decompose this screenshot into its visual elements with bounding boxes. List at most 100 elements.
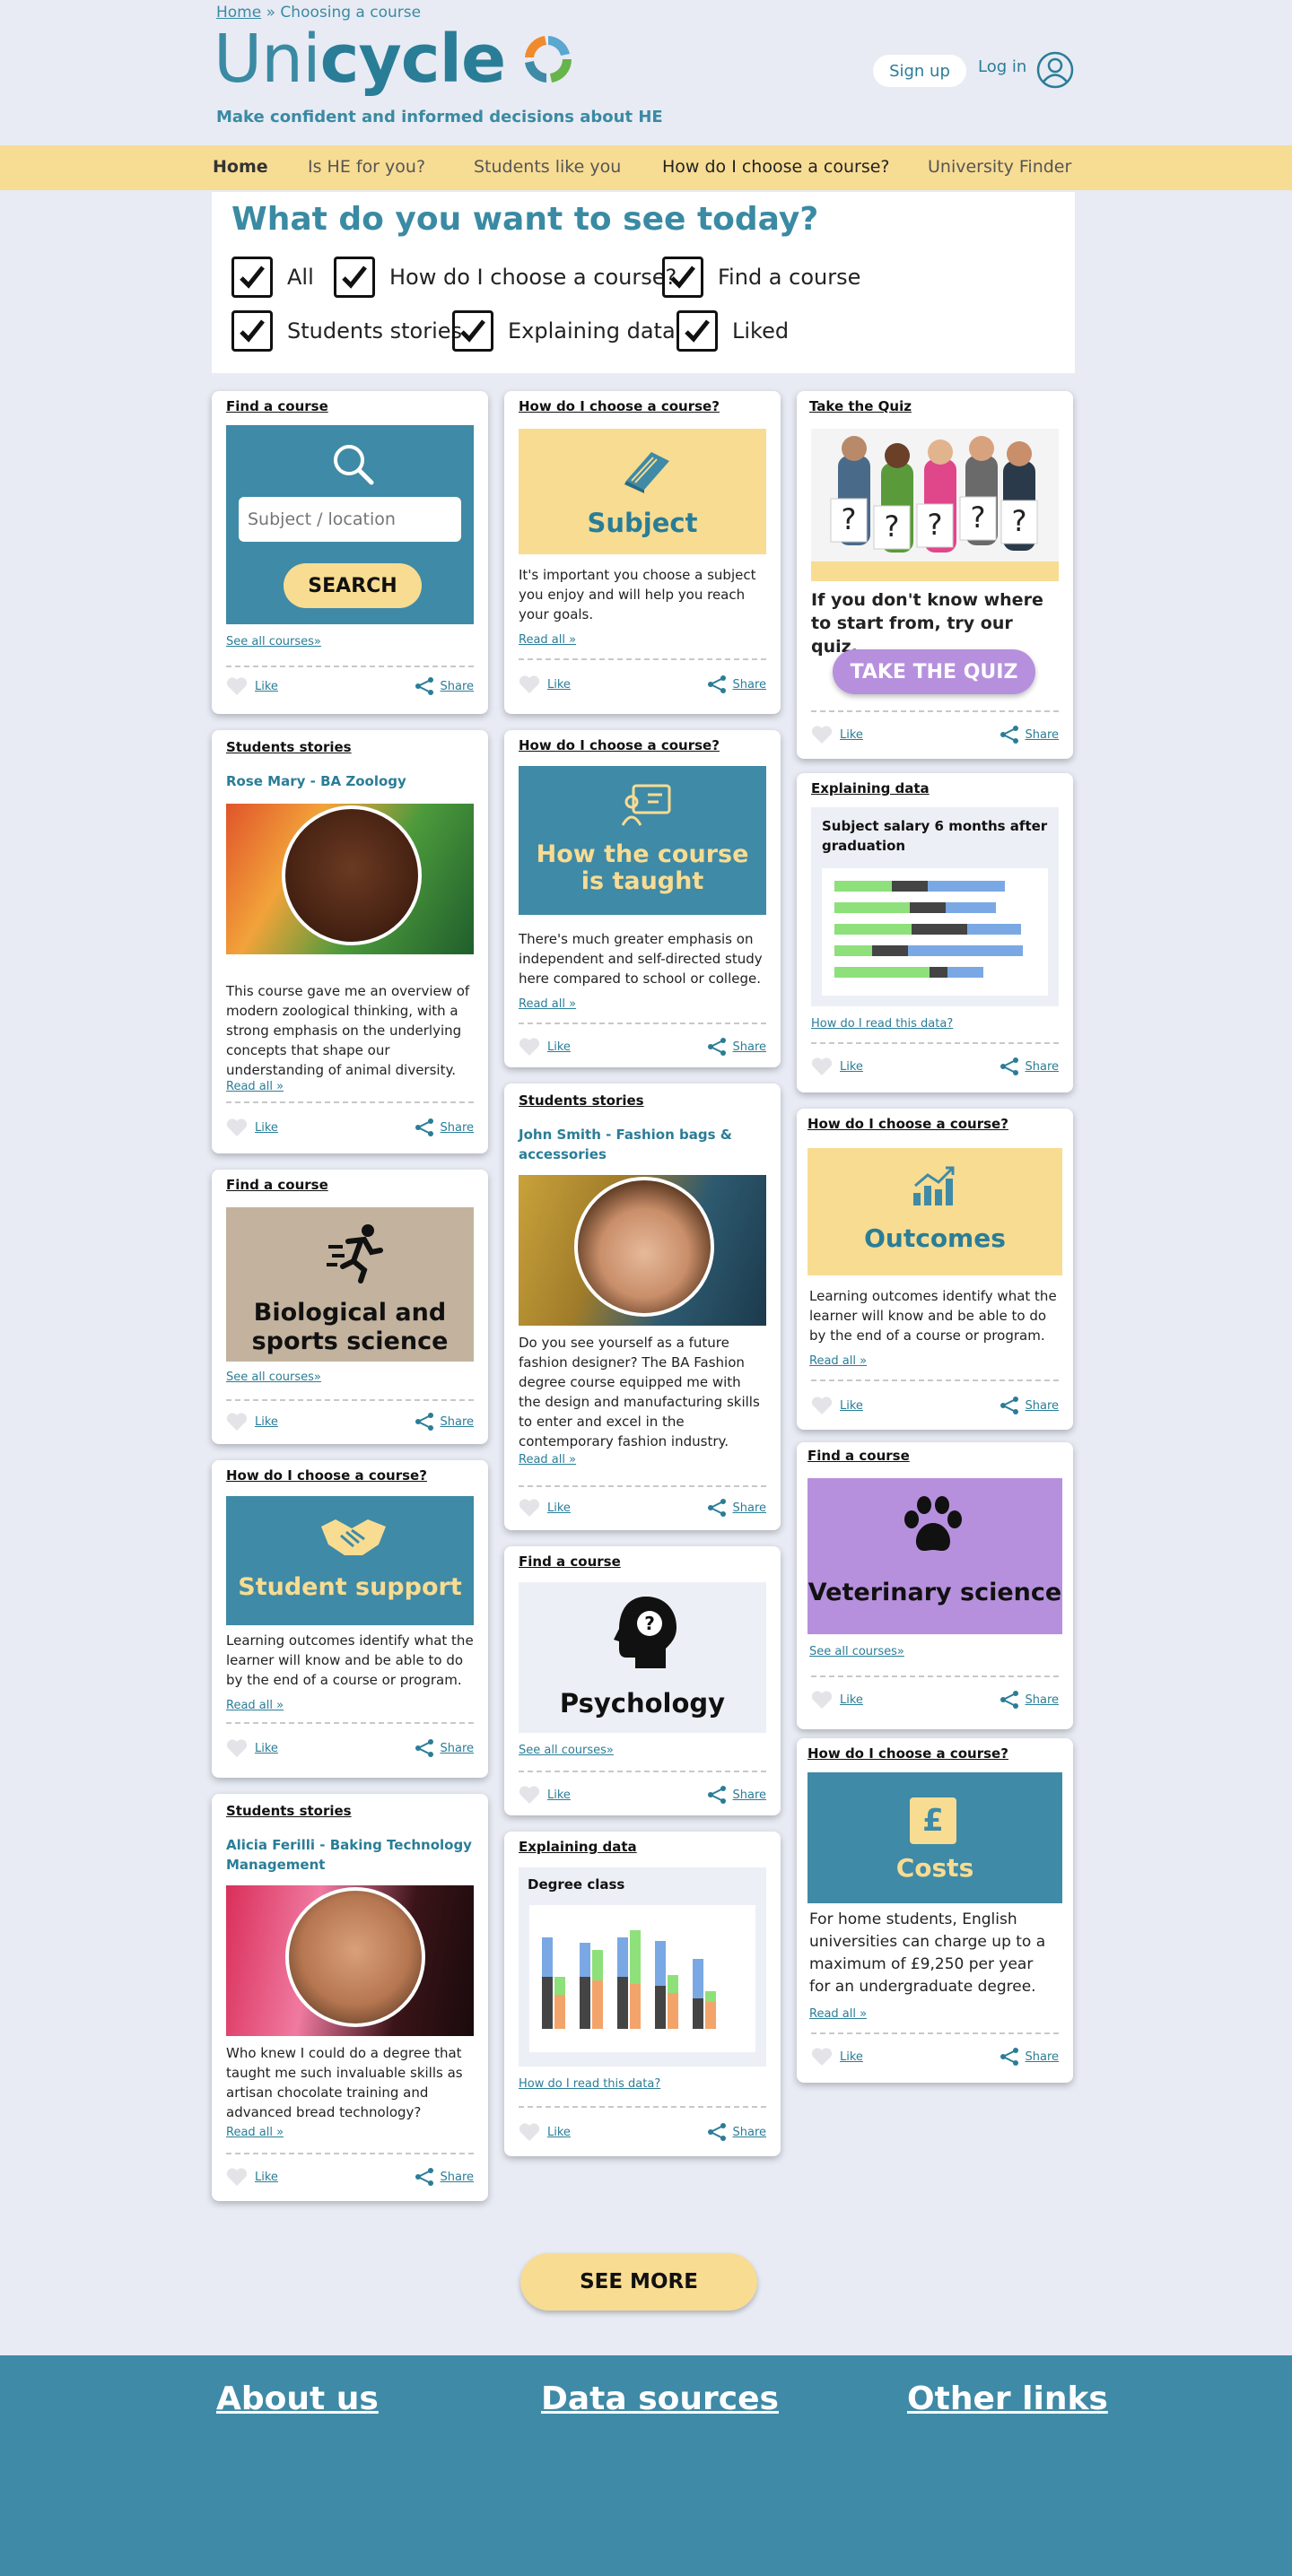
card-category-link[interactable]: How do I choose a course? <box>808 1116 1008 1132</box>
nav-is-he-for-you[interactable]: Is HE for you? <box>308 157 425 177</box>
breadcrumb-home-link[interactable]: Home <box>216 4 261 22</box>
share-icon <box>1000 726 1019 744</box>
see-all-courses-link[interactable]: See all courses» <box>519 1744 614 1757</box>
share-button[interactable]: Share <box>707 1785 766 1805</box>
share-button[interactable]: Share <box>707 1037 766 1057</box>
read-all-link[interactable]: Read all » <box>519 997 576 1011</box>
see-more-button[interactable]: SEE MORE <box>520 2253 757 2311</box>
share-button[interactable]: Share <box>415 1118 474 1137</box>
share-button[interactable]: Share <box>415 2167 474 2187</box>
heart-icon <box>226 1118 248 1136</box>
search-panel: SEARCH <box>226 425 474 624</box>
read-all-link[interactable]: Read all » <box>519 1453 576 1466</box>
read-all-link[interactable]: Read all » <box>519 633 576 647</box>
how-read-data-link[interactable]: How do I read this data? <box>519 2077 660 2091</box>
share-button[interactable]: Share <box>707 2122 766 2142</box>
footer-about-us-link[interactable]: About us <box>216 2380 379 2417</box>
share-button[interactable]: Share <box>1000 1690 1059 1710</box>
see-all-courses-link[interactable]: See all courses» <box>809 1645 904 1658</box>
filter-label: Liked <box>732 318 790 344</box>
students-holding-question-marks: ? ? ? ? ? <box>830 436 1038 553</box>
share-button[interactable]: Share <box>415 1738 474 1758</box>
see-all-courses-link[interactable]: See all courses» <box>226 1371 321 1384</box>
topic-panel: How the course is taught <box>519 766 766 915</box>
read-all-link[interactable]: Read all » <box>226 2126 284 2139</box>
like-button[interactable]: Like <box>226 1738 278 1758</box>
nav-home[interactable]: Home <box>213 157 268 177</box>
card-category-link[interactable]: Students stories <box>226 739 352 755</box>
subject-location-input[interactable] <box>239 497 461 542</box>
svg-text:?: ? <box>971 500 986 535</box>
like-button[interactable]: Like <box>811 2047 863 2067</box>
card-category-link[interactable]: Find a course <box>226 398 328 414</box>
card-category-link[interactable]: How do I choose a course? <box>226 1467 427 1484</box>
filter-liked-checkbox[interactable]: Liked <box>677 310 789 352</box>
course-title: Biological and sports science <box>251 1299 449 1355</box>
card-category-link[interactable]: How do I choose a course? <box>808 1745 1008 1762</box>
footer-other-links-link[interactable]: Other links <box>907 2380 1108 2417</box>
sign-up-button[interactable]: Sign up <box>873 55 966 87</box>
share-button[interactable]: Share <box>1000 1396 1059 1415</box>
like-button[interactable]: Like <box>519 1785 571 1805</box>
filter-explaining-data-checkbox[interactable]: Explaining data <box>452 310 676 352</box>
like-button[interactable]: Like <box>519 1498 571 1518</box>
read-all-link[interactable]: Read all » <box>226 1699 284 1712</box>
share-button[interactable]: Share <box>415 676 474 696</box>
card-category-link[interactable]: Explaining data <box>519 1839 637 1855</box>
like-button[interactable]: Like <box>226 1412 278 1432</box>
like-button[interactable]: Like <box>519 2122 571 2142</box>
like-button[interactable]: Like <box>226 1118 278 1137</box>
nav-university-finder[interactable]: University Finder <box>928 157 1071 177</box>
unicycle-logo[interactable]: Unicycle <box>214 23 577 95</box>
filter-choose-course-checkbox[interactable]: How do I choose a course? <box>334 257 677 298</box>
filter-students-stories-checkbox[interactable]: Students stories <box>231 310 462 352</box>
card-category-link[interactable]: Find a course <box>808 1448 910 1464</box>
share-button[interactable]: Share <box>1000 725 1059 744</box>
like-button[interactable]: Like <box>811 1057 863 1076</box>
topic-text: There's much greater emphasis on indepen… <box>519 931 763 987</box>
user-icon[interactable] <box>1035 50 1075 90</box>
like-button[interactable]: Like <box>226 2167 278 2187</box>
like-button[interactable]: Like <box>811 725 863 744</box>
bar-segment <box>930 967 947 978</box>
checkmark-icon <box>334 257 375 298</box>
take-quiz-button[interactable]: TAKE THE QUIZ <box>833 649 1035 694</box>
how-read-data-link[interactable]: How do I read this data? <box>811 1017 953 1031</box>
share-button[interactable]: Share <box>1000 1057 1059 1076</box>
bar-segment <box>947 967 983 978</box>
bar-segment <box>705 1991 716 2002</box>
card-category-link[interactable]: How do I choose a course? <box>519 398 720 414</box>
nav-students-like-you[interactable]: Students like you <box>474 157 621 177</box>
like-button[interactable]: Like <box>811 1396 863 1415</box>
card-category-link[interactable]: Find a course <box>226 1177 328 1193</box>
bar-segment <box>908 945 1023 956</box>
footer-data-sources-link[interactable]: Data sources <box>541 2380 779 2417</box>
like-button[interactable]: Like <box>519 1037 571 1057</box>
filter-all-checkbox[interactable]: All <box>231 257 314 298</box>
share-button[interactable]: Share <box>707 674 766 694</box>
card-category-link[interactable]: How do I choose a course? <box>519 737 720 753</box>
heart-icon <box>226 677 248 695</box>
log-in-link[interactable]: Log in <box>978 57 1026 76</box>
card-category-link[interactable]: Find a course <box>519 1553 621 1570</box>
card-category-link[interactable]: Take the Quiz <box>809 398 912 414</box>
card-divider <box>519 1771 766 1772</box>
like-button[interactable]: Like <box>519 674 571 694</box>
share-button[interactable]: Share <box>415 1412 474 1432</box>
read-all-link[interactable]: Read all » <box>809 1354 867 1368</box>
like-button[interactable]: Like <box>226 676 278 696</box>
share-button[interactable]: Share <box>1000 2047 1059 2067</box>
card-category-link[interactable]: Students stories <box>226 1803 352 1819</box>
share-button[interactable]: Share <box>707 1498 766 1518</box>
filter-find-course-checkbox[interactable]: Find a course <box>662 257 860 298</box>
quiz-photo: ? ? ? ? ? <box>811 429 1059 581</box>
read-all-link[interactable]: Read all » <box>809 2007 867 2021</box>
search-button[interactable]: SEARCH <box>284 563 422 608</box>
read-all-link[interactable]: Read all » <box>226 1080 284 1093</box>
card-category-link[interactable]: Students stories <box>519 1092 644 1109</box>
card-category-link[interactable]: Explaining data <box>811 780 930 796</box>
like-button[interactable]: Like <box>811 1690 863 1710</box>
course-panel: Veterinary science <box>808 1478 1062 1634</box>
see-all-courses-link[interactable]: See all courses» <box>226 635 321 648</box>
nav-choose-course[interactable]: How do I choose a course? <box>662 157 890 177</box>
